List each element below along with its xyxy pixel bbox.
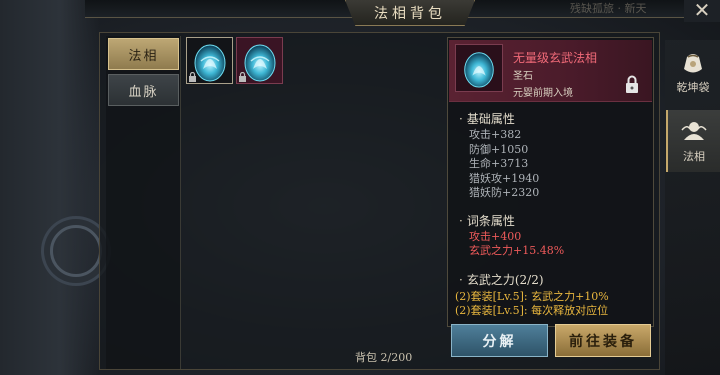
pouch-icon — [684, 54, 702, 73]
base-attributes-title-text: 基础属性 — [466, 112, 515, 126]
lock-badge-icon — [189, 72, 196, 82]
lock-badge-icon — [239, 72, 246, 82]
inventory-slot[interactable] — [186, 37, 233, 84]
tab-bloodline[interactable]: 血脉 — [108, 74, 179, 106]
side-nav-label: 乾坤袋 — [676, 81, 710, 94]
bag-capacity-label: 背包 2/200 — [355, 351, 413, 364]
item-type: 圣石 — [513, 71, 533, 82]
background-top-text: 残缺孤旅 · 新天 — [570, 2, 647, 15]
dharma-icon — [681, 122, 707, 140]
tab-dharma-form[interactable]: 法相 — [108, 38, 179, 70]
set-bonus-title: · 玄武之力(2/2) — [459, 273, 544, 287]
affix-attributes-title: · 词条属性 — [459, 214, 515, 228]
item-name: 无量级玄武法相 — [513, 51, 598, 65]
window-title: 法相背包 — [345, 0, 475, 26]
side-nav-label: 法相 — [683, 150, 705, 163]
affix-line: 玄武之力+15.48% — [469, 244, 565, 257]
background-wheel-decoration — [50, 225, 102, 277]
blue-egg-icon — [464, 52, 494, 88]
detail-item-icon — [455, 44, 503, 92]
item-requirement: 元婴前期入境 — [513, 88, 573, 99]
side-nav-item-pouch[interactable]: 乾坤袋 — [666, 42, 720, 102]
close-icon[interactable]: ✕ — [684, 0, 720, 22]
attribute-line: 生命+3713 — [469, 157, 529, 170]
attribute-line: 猎妖防+2320 — [469, 186, 540, 199]
decompose-button[interactable]: 分解 — [451, 324, 548, 357]
set-bonus-line: (2)套装[Lv.5]: 每次释放对应位 — [455, 304, 609, 317]
inventory-slot[interactable] — [236, 37, 283, 84]
attribute-line: 攻击+382 — [469, 128, 522, 141]
side-nav-item-dharma[interactable]: 法相 — [666, 110, 720, 172]
background-scene-left — [0, 0, 100, 375]
lock-icon[interactable] — [625, 75, 639, 93]
base-attributes-title: · 基础属性 — [459, 112, 515, 126]
set-bonus-title-text: 玄武之力(2/2) — [466, 273, 544, 287]
go-equip-button[interactable]: 前往装备 — [555, 324, 651, 357]
affix-attributes-title-text: 词条属性 — [466, 214, 515, 228]
